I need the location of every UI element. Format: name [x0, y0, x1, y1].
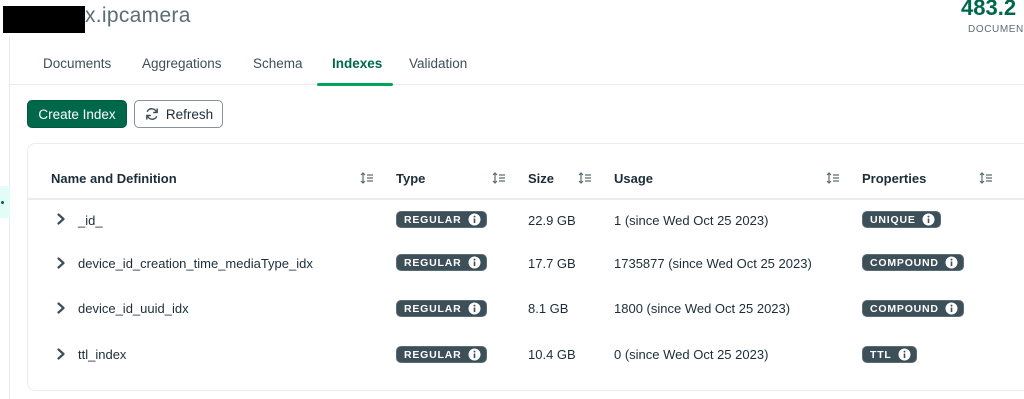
collection-title: x.ipcamera	[85, 4, 191, 27]
info-icon[interactable]	[468, 302, 481, 315]
index-size: 10.4 GB	[528, 347, 576, 362]
sort-icon[interactable]	[826, 171, 840, 185]
property-badge-label: TTL	[870, 348, 892, 361]
sort-icon[interactable]	[979, 171, 993, 185]
type-badge-label: REGULAR	[404, 213, 462, 226]
type-badge: REGULAR	[396, 211, 487, 228]
refresh-icon	[145, 108, 158, 120]
property-badge: TTL	[862, 346, 917, 363]
property-badge: COMPOUND	[862, 300, 964, 317]
type-badge-label: REGULAR	[404, 302, 462, 315]
index-usage: 0 (since Wed Oct 25 2023)	[614, 347, 769, 362]
column-header-size: Size	[528, 171, 555, 186]
column-header-usage: Usage	[614, 171, 654, 186]
index-size: 8.1 GB	[528, 301, 569, 316]
table-row[interactable]: device_id_creation_time_mediaType_idx RE…	[28, 242, 1024, 288]
type-badge: REGULAR	[396, 300, 487, 317]
index-usage: 1800 (since Wed Oct 25 2023)	[614, 301, 791, 316]
type-badge-label: REGULAR	[404, 348, 462, 361]
sort-icon[interactable]	[578, 171, 592, 185]
property-badge-label: COMPOUND	[870, 256, 939, 269]
refresh-button[interactable]: Refresh	[134, 100, 223, 128]
index-size: 17.7 GB	[528, 256, 576, 271]
info-icon[interactable]	[945, 256, 958, 269]
info-icon[interactable]	[468, 213, 481, 226]
chevron-right-icon[interactable]	[56, 257, 66, 269]
sort-icon[interactable]	[360, 171, 374, 185]
table-row[interactable]: ttl_index REGULAR 10.4 GB 0 (since Wed O…	[28, 334, 1024, 380]
tab-documents[interactable]: Documents	[43, 56, 111, 71]
type-badge-label: REGULAR	[404, 256, 462, 269]
create-index-button[interactable]: Create Index	[27, 100, 127, 128]
property-badge: COMPOUND	[862, 254, 964, 271]
refresh-label: Refresh	[165, 106, 214, 122]
table-header: Name and Definition Type Size Usage Prop…	[28, 144, 1024, 200]
indexes-table: Name and Definition Type Size Usage Prop…	[27, 143, 1024, 391]
type-badge: REGULAR	[396, 254, 487, 271]
column-header-name: Name and Definition	[51, 171, 177, 186]
index-usage: 1735877 (since Wed Oct 25 2023)	[614, 256, 812, 271]
type-badge: REGULAR	[396, 346, 487, 363]
property-badge-label: COMPOUND	[870, 302, 939, 315]
chevron-right-icon[interactable]	[56, 302, 66, 314]
property-badge-label: UNIQUE	[870, 213, 916, 226]
collection-tabs: Documents Aggregations Schema Indexes Va…	[10, 48, 1024, 86]
info-icon[interactable]	[945, 302, 958, 315]
index-usage: 1 (since Wed Oct 25 2023)	[614, 213, 769, 228]
tab-aggregations[interactable]: Aggregations	[142, 56, 222, 71]
index-name: _id_	[78, 213, 103, 228]
sort-icon[interactable]	[492, 171, 506, 185]
index-size: 22.9 GB	[528, 213, 576, 228]
chevron-right-icon[interactable]	[56, 213, 66, 225]
tab-indexes[interactable]: Indexes	[332, 56, 382, 71]
info-icon[interactable]	[468, 348, 481, 361]
index-name: ttl_index	[78, 347, 127, 362]
sidebar-indicator	[1, 201, 4, 204]
document-count-value: 483.2	[961, 0, 1017, 20]
active-tab-indicator	[317, 83, 393, 86]
property-badge: UNIQUE	[862, 211, 941, 228]
column-header-properties: Properties	[862, 171, 927, 186]
table-row[interactable]: _id_ REGULAR 22.9 GB 1 (since Wed Oct 25…	[28, 200, 1024, 246]
index-name: device_id_creation_time_mediaType_idx	[78, 256, 313, 271]
info-icon[interactable]	[468, 256, 481, 269]
tab-validation[interactable]: Validation	[409, 56, 467, 71]
tab-schema[interactable]: Schema	[253, 56, 303, 71]
column-header-type: Type	[396, 171, 426, 186]
chevron-right-icon[interactable]	[56, 348, 66, 360]
index-name: device_id_uuid_idx	[78, 301, 189, 316]
table-row[interactable]: device_id_uuid_idx REGULAR 8.1 GB 1800 (…	[28, 288, 1024, 334]
document-count-label: DOCUMEN	[968, 24, 1024, 35]
info-icon[interactable]	[922, 213, 935, 226]
redacted-block	[3, 6, 85, 33]
info-icon[interactable]	[898, 348, 911, 361]
